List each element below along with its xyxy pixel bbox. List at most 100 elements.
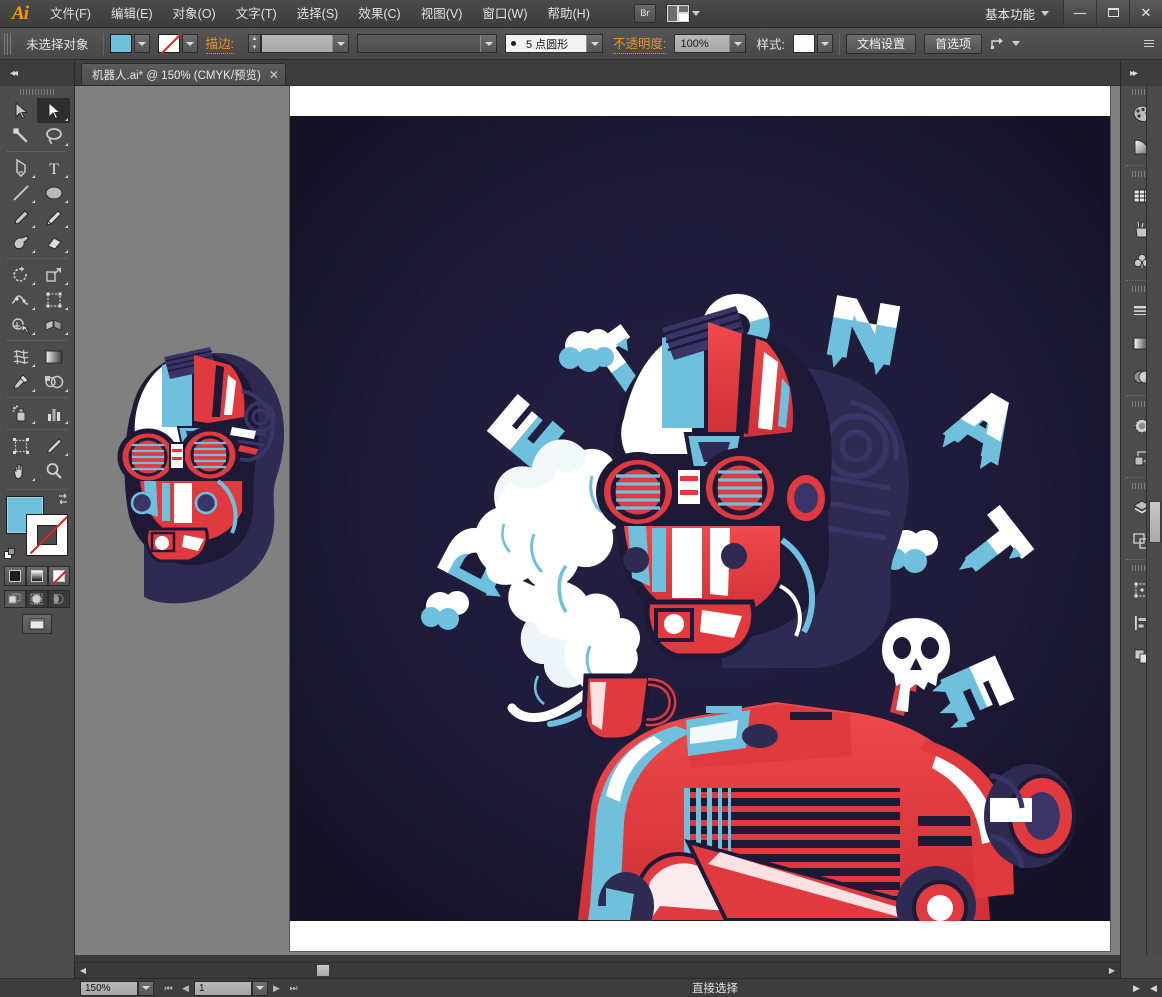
opacity-combo[interactable]: 100% <box>674 34 747 53</box>
lasso-tool[interactable] <box>37 123 70 148</box>
pen-tool[interactable] <box>4 155 37 180</box>
stroke-label[interactable]: 描边: <box>205 33 234 54</box>
draw-behind-button[interactable] <box>26 590 48 608</box>
symbol-sprayer-tool[interactable] <box>4 401 37 426</box>
artwork-detonate[interactable] <box>290 116 1110 921</box>
menu-view[interactable]: 视图(V) <box>411 0 473 28</box>
artboard[interactable] <box>290 86 1110 951</box>
panel-dock-header[interactable]: ▸▸ <box>1121 60 1162 86</box>
draw-normal-button[interactable] <box>4 590 26 608</box>
none-mode-button[interactable] <box>48 566 70 586</box>
page-chevron-down-icon[interactable] <box>252 980 268 996</box>
menu-type[interactable]: 文字(T) <box>226 0 287 28</box>
first-page-icon[interactable]: ⏮ <box>160 981 177 996</box>
menu-select[interactable]: 选择(S) <box>287 0 349 28</box>
stroke-color-proxy[interactable] <box>26 514 69 556</box>
stroke-weight-combo[interactable] <box>261 34 349 53</box>
panel-menu-icon[interactable] <box>1140 37 1154 51</box>
menu-effect[interactable]: 效果(C) <box>348 0 410 28</box>
stroke-weight-chevron-down-icon[interactable] <box>332 35 348 52</box>
artboard-tool[interactable] <box>4 433 37 458</box>
stroke-profile-chevron-down-icon[interactable] <box>480 35 496 52</box>
last-page-icon[interactable]: ⏭ <box>285 981 302 996</box>
zoom-chevron-down-icon[interactable] <box>138 980 154 996</box>
next-page-icon[interactable]: ▶ <box>268 981 285 996</box>
blob-brush-tool[interactable] <box>4 230 37 255</box>
color-mode-button[interactable] <box>4 566 26 586</box>
width-tool[interactable] <box>4 287 37 312</box>
menu-object[interactable]: 对象(O) <box>163 0 226 28</box>
fill-swatch-dropdown[interactable] <box>133 34 150 53</box>
status-collapse-icon[interactable]: ◀ <box>1145 981 1162 996</box>
direct-selection-tool[interactable] <box>37 98 70 123</box>
mesh-tool[interactable] <box>4 344 37 369</box>
close-icon[interactable]: ✕ <box>269 68 279 82</box>
workspace-chevron-down-icon[interactable] <box>1041 11 1049 16</box>
horizontal-scroll-thumb[interactable] <box>316 964 330 977</box>
swap-fill-stroke-icon[interactable] <box>56 492 70 506</box>
opacity-chevron-down-icon[interactable] <box>729 35 746 52</box>
menu-help[interactable]: 帮助(H) <box>538 0 600 28</box>
transform-chevron-down-icon[interactable] <box>1012 41 1020 46</box>
eraser-tool[interactable] <box>37 230 70 255</box>
vertical-scroll-thumb[interactable] <box>1149 501 1161 543</box>
perspective-grid-tool[interactable] <box>37 312 70 337</box>
menu-file[interactable]: 文件(F) <box>40 0 101 28</box>
opacity-label[interactable]: 不透明度: <box>613 33 667 54</box>
column-graph-tool[interactable] <box>37 401 70 426</box>
status-menu-icon[interactable]: ▶ <box>1128 981 1145 996</box>
scroll-right-arrow-icon[interactable]: ▶ <box>1104 963 1120 978</box>
blend-tool[interactable] <box>37 369 70 394</box>
eyedropper-tool[interactable] <box>4 369 37 394</box>
bridge-button[interactable]: Br <box>633 4 656 23</box>
document-tab[interactable]: 机器人.ai* @ 150% (CMYK/预览) ✕ <box>81 63 286 85</box>
restore-button[interactable] <box>1096 0 1129 26</box>
tools-panel-gripper[interactable] <box>0 86 74 98</box>
rotate-tool[interactable] <box>4 262 37 287</box>
arrange-chevron-down-icon[interactable] <box>691 11 700 16</box>
default-fill-stroke-icon[interactable] <box>4 548 18 562</box>
gradient-tool[interactable] <box>37 344 70 369</box>
fill-color-swatch[interactable] <box>109 34 132 53</box>
stroke-weight-stepper[interactable]: ▲ ▼ <box>248 34 261 53</box>
screen-mode-button[interactable] <box>22 614 52 634</box>
control-bar-gripper[interactable] <box>4 32 12 55</box>
canvas-vertical-scrollbar[interactable] <box>1146 86 1162 955</box>
scroll-left-arrow-icon[interactable]: ◀ <box>75 963 91 978</box>
selection-tool[interactable] <box>4 98 37 123</box>
page-number-field[interactable]: 1 <box>194 980 252 996</box>
paintbrush-tool[interactable] <box>4 205 37 230</box>
expand-panels-icon[interactable]: ▸▸ <box>1124 66 1142 80</box>
zoom-level-field[interactable]: 150% <box>80 980 138 996</box>
close-button[interactable]: ✕ <box>1129 0 1162 26</box>
scale-tool[interactable] <box>37 262 70 287</box>
collapse-panel-icon[interactable]: ◂◂ <box>4 66 22 80</box>
graphic-style-chevron-down-icon[interactable] <box>816 34 833 53</box>
zoom-tool[interactable] <box>37 458 70 483</box>
graphic-style-swatch[interactable] <box>792 34 815 53</box>
pencil-tool[interactable] <box>37 205 70 230</box>
tools-panel-header[interactable]: ◂◂ <box>0 60 74 86</box>
hand-tool[interactable] <box>4 458 37 483</box>
canvas-horizontal-scrollbar[interactable]: ◀ ▶ <box>75 962 1120 978</box>
draw-inside-button[interactable] <box>48 590 70 608</box>
ellipse-tool[interactable] <box>37 180 70 205</box>
stroke-swatch-dropdown[interactable] <box>181 34 198 53</box>
previous-page-icon[interactable]: ◀ <box>177 981 194 996</box>
minimize-button[interactable]: — <box>1063 0 1096 26</box>
magic-wand-tool[interactable] <box>4 123 37 148</box>
arrange-documents-icon[interactable] <box>665 4 690 23</box>
canvas-area[interactable] <box>75 86 1120 955</box>
free-transform-tool[interactable] <box>37 287 70 312</box>
transform-hook-icon[interactable] <box>990 37 1006 51</box>
brush-definition-chevron-down-icon[interactable] <box>586 35 602 52</box>
preferences-button[interactable]: 首选项 <box>923 33 982 54</box>
menu-edit[interactable]: 编辑(E) <box>101 0 163 28</box>
slice-tool[interactable] <box>37 433 70 458</box>
line-segment-tool[interactable] <box>4 180 37 205</box>
document-setup-button[interactable]: 文档设置 <box>845 33 916 54</box>
stroke-color-swatch[interactable] <box>157 34 180 53</box>
pasteboard-artwork-robot-head[interactable] <box>100 331 300 631</box>
horizontal-scroll-track[interactable] <box>91 963 1104 978</box>
menu-window[interactable]: 窗口(W) <box>472 0 537 28</box>
